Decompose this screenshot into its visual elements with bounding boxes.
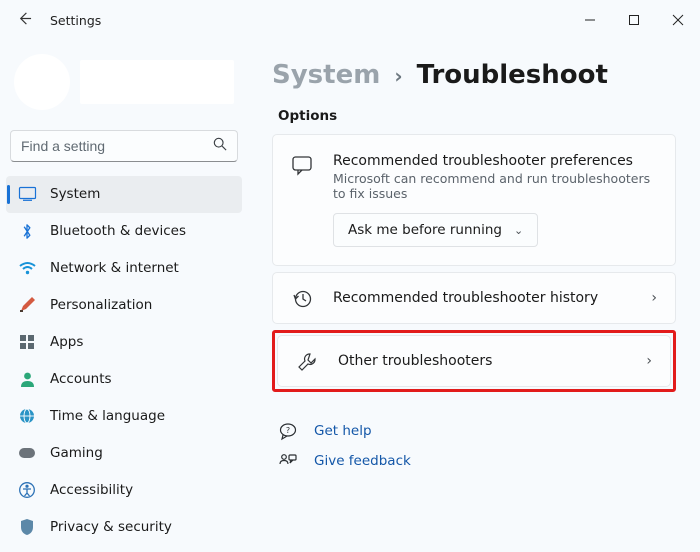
- shield-icon: [18, 518, 36, 536]
- titlebar: Settings: [0, 0, 700, 40]
- sidebar-item-label: Bluetooth & devices: [50, 223, 186, 239]
- sidebar-item-windows-update[interactable]: Windows Update: [6, 546, 242, 552]
- wrench-icon: [296, 352, 318, 372]
- system-icon: [18, 185, 36, 203]
- feedback-icon: [278, 453, 298, 469]
- other-card-title: Other troubleshooters: [338, 353, 626, 369]
- sidebar-item-system[interactable]: System: [6, 176, 242, 213]
- give-feedback-row[interactable]: Give feedback: [278, 446, 676, 476]
- svg-text:?: ?: [286, 426, 290, 435]
- other-troubleshooters-card[interactable]: Other troubleshooters ›: [277, 335, 671, 387]
- chevron-down-icon: ⌄: [514, 224, 523, 237]
- apps-icon: [18, 333, 36, 351]
- section-label: Options: [278, 108, 676, 124]
- sidebar-item-label: Accessibility: [50, 482, 133, 498]
- window-title: Settings: [50, 13, 101, 28]
- get-help-link[interactable]: Get help: [314, 423, 372, 439]
- sidebar-item-label: Gaming: [50, 445, 103, 461]
- other-troubleshooters-highlight: Other troubleshooters ›: [272, 330, 676, 392]
- troubleshooter-history-card[interactable]: Recommended troubleshooter history ›: [272, 272, 676, 324]
- sidebar-item-label: System: [50, 186, 100, 202]
- window-close[interactable]: [656, 5, 700, 35]
- breadcrumb-parent[interactable]: System: [272, 60, 380, 90]
- sidebar-item-time-language[interactable]: Time & language: [6, 398, 242, 435]
- help-bubble-icon: ?: [278, 422, 298, 440]
- globe-icon: [18, 407, 36, 425]
- chevron-right-icon: ›: [394, 64, 402, 88]
- chevron-right-icon: ›: [651, 290, 657, 306]
- pref-dropdown[interactable]: Ask me before running ⌄: [333, 213, 538, 247]
- sidebar-item-personalization[interactable]: Personalization: [6, 287, 242, 324]
- give-feedback-link[interactable]: Give feedback: [314, 453, 411, 469]
- history-icon: [291, 289, 313, 309]
- sidebar-item-network[interactable]: Network & internet: [6, 250, 242, 287]
- sidebar-nav: System Bluetooth & devices Network & int…: [6, 176, 242, 552]
- accessibility-icon: [18, 481, 36, 499]
- sidebar-item-bluetooth[interactable]: Bluetooth & devices: [6, 213, 242, 250]
- gamepad-icon: [18, 444, 36, 462]
- bluetooth-icon: [18, 222, 36, 240]
- window-maximize[interactable]: [612, 5, 656, 35]
- sidebar-item-label: Network & internet: [50, 260, 179, 276]
- troubleshooter-preferences-card: Recommended troubleshooter preferences M…: [272, 134, 676, 266]
- sidebar-item-label: Personalization: [50, 297, 152, 313]
- sidebar-item-accessibility[interactable]: Accessibility: [6, 472, 242, 509]
- sidebar-item-gaming[interactable]: Gaming: [6, 435, 242, 472]
- sidebar: System Bluetooth & devices Network & int…: [0, 40, 248, 552]
- get-help-row[interactable]: ? Get help: [278, 416, 676, 446]
- sidebar-item-label: Accounts: [50, 371, 112, 387]
- sidebar-item-accounts[interactable]: Accounts: [6, 361, 242, 398]
- sidebar-item-privacy[interactable]: Privacy & security: [6, 509, 242, 546]
- person-icon: [18, 370, 36, 388]
- search-icon: [213, 137, 227, 155]
- back-button[interactable]: [10, 11, 38, 30]
- profile-name-redacted: [80, 60, 234, 104]
- search-box[interactable]: [10, 130, 238, 162]
- history-card-title: Recommended troubleshooter history: [333, 290, 631, 306]
- sidebar-item-label: Time & language: [50, 408, 165, 424]
- wifi-icon: [18, 259, 36, 277]
- sidebar-item-label: Apps: [50, 334, 83, 350]
- pref-card-title: Recommended troubleshooter preferences: [333, 153, 657, 169]
- brush-icon: [18, 296, 36, 314]
- search-input[interactable]: [21, 138, 213, 154]
- sidebar-item-label: Privacy & security: [50, 519, 172, 535]
- pref-dropdown-value: Ask me before running: [348, 222, 502, 238]
- help-links: ? Get help Give feedback: [278, 416, 676, 476]
- breadcrumb: System › Troubleshoot: [272, 60, 676, 90]
- pref-card-subtitle: Microsoft can recommend and run troubles…: [333, 171, 657, 201]
- sidebar-item-apps[interactable]: Apps: [6, 324, 242, 361]
- content-pane: System › Troubleshoot Options Recommende…: [248, 40, 700, 552]
- profile-block[interactable]: [6, 48, 242, 124]
- avatar: [14, 54, 70, 110]
- breadcrumb-current: Troubleshoot: [417, 60, 608, 90]
- window-minimize[interactable]: [568, 5, 612, 35]
- chat-bubble-icon: [291, 155, 313, 175]
- chevron-right-icon: ›: [646, 353, 652, 369]
